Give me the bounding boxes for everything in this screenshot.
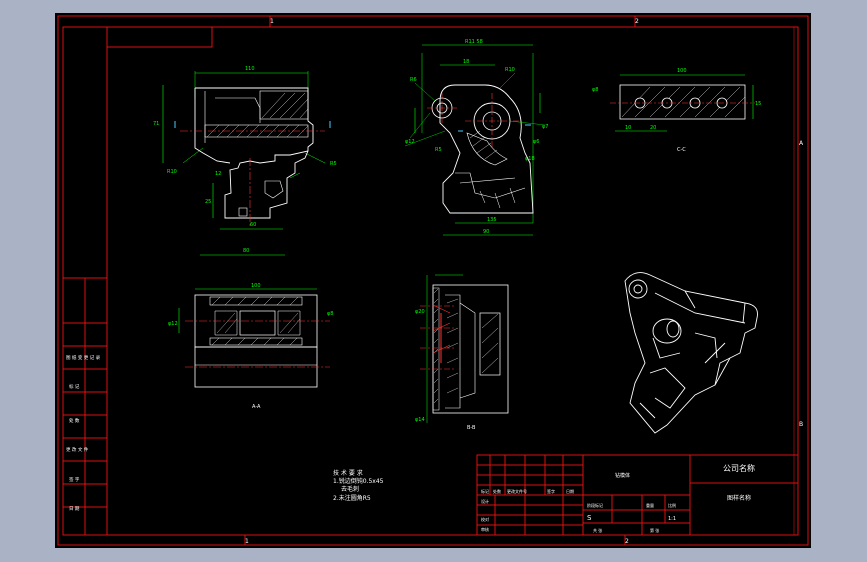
- top-left-box: [106, 26, 213, 48]
- tb-sign-3: 签字: [547, 488, 555, 494]
- tb-material: S: [587, 514, 592, 522]
- rev-label-2: 处 数: [69, 417, 80, 424]
- tb-sign-4: 日期: [566, 488, 574, 494]
- title-block: 标记 处数 更改文件号 签字 日期 设计 校对 审核 钻模体 公司名称 图样名称…: [476, 454, 799, 536]
- tb-company: 公司名称: [723, 463, 755, 473]
- label-b-b: B-B: [467, 425, 476, 431]
- tb-role-1: 校对: [481, 516, 489, 522]
- dim-v2-r10: R10: [505, 67, 515, 73]
- isometric-view: [624, 272, 758, 434]
- dim-v2-width1: 135: [487, 217, 497, 223]
- outer-border: [57, 15, 809, 546]
- dim-v4-phi: φ12: [168, 321, 178, 327]
- notes-title: 技 术 要 求: [333, 469, 363, 477]
- rev-label-5: 日 期: [69, 506, 80, 512]
- rev-label-3: 更 改 文 件: [66, 446, 89, 453]
- dim-v2-18: 18: [463, 59, 469, 65]
- dim-v3-bottom2: 20: [650, 125, 656, 131]
- zone-right-b: B: [799, 421, 803, 428]
- dim-v1-height: 71: [153, 121, 159, 127]
- tb-sheet-1: 第 张: [650, 527, 659, 533]
- tb-sign-1: 处数: [493, 488, 501, 494]
- dim-v1-depth: 25: [205, 199, 211, 205]
- tb-sign-0: 标记: [481, 488, 489, 494]
- dim-v3-h: 15: [755, 101, 761, 107]
- tb-drawing-name: 钻模体: [615, 472, 630, 479]
- dim-v3-bottom1: 10: [625, 125, 631, 131]
- dim-v1-width: 110: [245, 66, 255, 72]
- side-view: R11 58 18 R10 R6 φ7 φ12 φ6 R5 φ18 135 90: [404, 39, 548, 236]
- tb-role-2: 审核: [481, 526, 489, 532]
- dim-v2-top: R11 58: [465, 39, 483, 45]
- rev-label-0: 图 纸 变 更 记 录: [66, 354, 101, 361]
- dim-v2-width2: 90: [483, 229, 489, 235]
- notes-line1: 1.锐边倒钝0.5x45: [333, 477, 384, 485]
- tb-sheet-0: 共 张: [593, 527, 602, 533]
- dim-v2-phi6: φ6: [533, 139, 539, 145]
- dim-v4-width: 100: [251, 283, 261, 289]
- tb-col-0: 阶段标记: [587, 502, 603, 508]
- dim-v3-phi: φ8: [592, 87, 598, 93]
- rev-label-1: 标 记: [69, 383, 80, 390]
- tb-drawing-no: 图样名称: [727, 494, 751, 502]
- dim-v1-small: 12: [215, 171, 221, 177]
- dim-v1-radius: R10: [167, 169, 177, 175]
- tb-col-2: 比例: [668, 502, 676, 508]
- tb-sign-2: 更改文件号: [507, 488, 527, 494]
- rev-label-4: 签 字: [69, 476, 80, 483]
- section-c-view: 100 15 φ8 10 20 C-C: [592, 68, 761, 153]
- dim-v3-width: 100: [677, 68, 687, 74]
- dim-v5-left: φ20: [415, 309, 425, 315]
- label-a-a: A-A: [252, 404, 261, 410]
- dim-v1-bottom: 60: [250, 222, 256, 228]
- tb-col-1: 重量: [646, 502, 654, 508]
- tb-scale: 1:1: [668, 516, 676, 522]
- dim-v1-r5: R5: [330, 161, 337, 167]
- zone-bottom-2: 2: [625, 538, 629, 545]
- notes-line2: 去毛刺: [341, 485, 359, 493]
- dim-v5-left2: φ14: [415, 417, 425, 423]
- cad-drawing: 1 2 1 2 A B 图 纸 变 更 记 录 标 记 处 数 更 改 文 件 …: [57, 15, 809, 546]
- dim-v4-side: φ8: [327, 311, 333, 317]
- zone-right-a: A: [799, 140, 804, 147]
- zone-top-1: 1: [270, 18, 274, 25]
- section-a-view: 100 φ12 φ8 A-A: [168, 283, 333, 410]
- tb-role-0: 设计: [481, 498, 489, 504]
- drawing-viewport[interactable]: 1 2 1 2 A B 图 纸 变 更 记 录 标 记 处 数 更 改 文 件 …: [55, 13, 811, 548]
- front-view: 110 71 80 60 25 R10 R5 12: [153, 66, 337, 256]
- dim-v2-r5: R5: [435, 147, 442, 153]
- label-c-c: C-C: [677, 147, 686, 153]
- tech-notes: 技 术 要 求 1.锐边倒钝0.5x45 去毛刺 2.未注圆角R5: [333, 469, 384, 502]
- dim-v1-bottom2: 80: [243, 248, 249, 254]
- dim-v2-r6: R6: [410, 77, 417, 83]
- zone-bottom-1: 1: [245, 538, 249, 545]
- notes-line3: 2.未注圆角R5: [333, 494, 371, 502]
- revision-table: 图 纸 变 更 记 录 标 记 处 数 更 改 文 件 签 字 日 期: [62, 277, 108, 536]
- zone-top-2: 2: [635, 18, 639, 25]
- section-b-view: φ20 φ14 B-B: [415, 274, 509, 431]
